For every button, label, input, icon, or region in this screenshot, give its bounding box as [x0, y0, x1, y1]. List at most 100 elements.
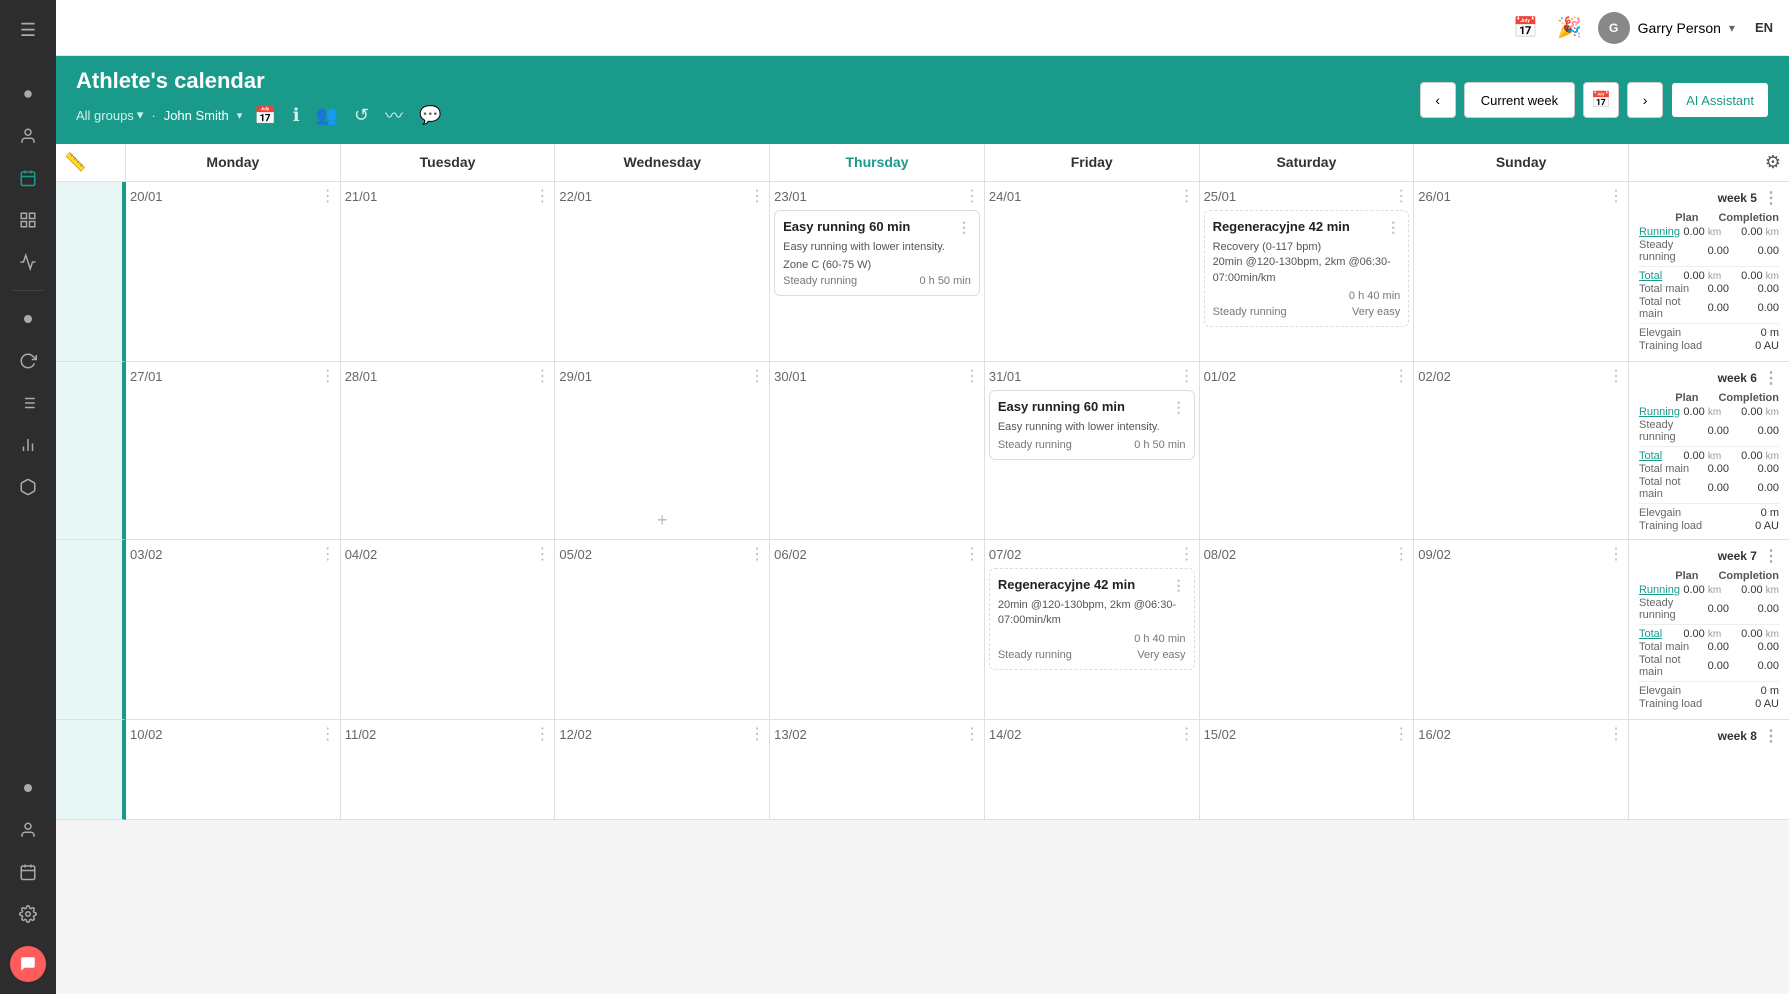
activity-regeneracyjne-w5[interactable]: Regeneracyjne 42 min ⋮ Recovery (0-117 b…	[1204, 210, 1410, 327]
day-dots-03-02[interactable]: ⋮	[320, 544, 336, 564]
sidebar-item-refresh[interactable]	[10, 343, 46, 379]
day-dots-16-02[interactable]: ⋮	[1608, 724, 1624, 744]
day-dots-14-02[interactable]: ⋮	[1179, 724, 1195, 744]
day-dots-21-01[interactable]: ⋮	[534, 186, 550, 206]
toolbar-group-icon[interactable]: 👥	[312, 101, 342, 130]
day-cell-01-02[interactable]: 01/02⋮	[1200, 362, 1415, 540]
topbar-user[interactable]: G Garry Person ▾	[1598, 12, 1735, 44]
day-cell-28-01[interactable]: 28/01⋮	[341, 362, 556, 540]
toolbar-info-icon[interactable]: ℹ	[289, 101, 304, 130]
day-dots-27-01[interactable]: ⋮	[320, 366, 336, 386]
day-cell-13-02[interactable]: 13/02⋮	[770, 720, 985, 820]
activity-easy-running-w5[interactable]: Easy running 60 min ⋮ Easy running with …	[774, 210, 980, 296]
day-dots-04-02[interactable]: ⋮	[534, 544, 550, 564]
day-cell-21-01[interactable]: 21/01⋮	[341, 182, 556, 362]
prev-week-button[interactable]: ‹	[1420, 82, 1456, 118]
day-dots-24-01[interactable]: ⋮	[1179, 186, 1195, 206]
day-cell-12-02[interactable]: 12/02⋮	[555, 720, 770, 820]
sidebar-item-user-bottom[interactable]	[10, 812, 46, 848]
day-dots-22-01[interactable]: ⋮	[749, 186, 765, 206]
add-activity-button-w6[interactable]: +	[657, 510, 668, 531]
day-dots-07-02[interactable]: ⋮	[1179, 544, 1195, 564]
day-cell-04-02[interactable]: 04/02⋮	[341, 540, 556, 720]
sidebar-item-settings[interactable]	[10, 896, 46, 932]
stats-dots-w8[interactable]: ⋮	[1763, 726, 1779, 746]
day-cell-27-01[interactable]: 27/01⋮	[126, 362, 341, 540]
stats-dots-w5[interactable]: ⋮	[1763, 188, 1779, 208]
activity-dots-regen-w5[interactable]: ⋮	[1386, 219, 1400, 236]
sidebar-item-bar-chart[interactable]	[10, 427, 46, 463]
ai-assistant-button[interactable]: AI Assistant	[1671, 82, 1769, 118]
activity-dots-easy-w5[interactable]: ⋮	[957, 219, 971, 236]
sidebar-item-dot2[interactable]	[10, 770, 46, 806]
day-cell-07-02[interactable]: 07/02⋮ Regeneracyjne 42 min ⋮ 20min @120…	[985, 540, 1200, 720]
day-cell-23-01[interactable]: 23/01⋮ Easy running 60 min ⋮ Easy runnin…	[770, 182, 985, 362]
day-dots-29-01[interactable]: ⋮	[749, 366, 765, 386]
day-dots-11-02[interactable]: ⋮	[534, 724, 550, 744]
stats-dots-w6[interactable]: ⋮	[1763, 368, 1779, 388]
day-cell-29-01[interactable]: 29/01⋮ +	[555, 362, 770, 540]
day-cell-11-02[interactable]: 11/02⋮	[341, 720, 556, 820]
topbar-party-icon[interactable]: 🎉	[1554, 12, 1586, 44]
day-cell-20-01[interactable]: 20/01⋮	[126, 182, 341, 362]
activity-regeneracyjne-w7[interactable]: Regeneracyjne 42 min ⋮ 20min @120-130bpm…	[989, 568, 1195, 670]
day-dots-10-02[interactable]: ⋮	[320, 724, 336, 744]
day-dots-09-02[interactable]: ⋮	[1608, 544, 1624, 564]
day-cell-26-01[interactable]: 26/01⋮	[1414, 182, 1629, 362]
day-dots-06-02[interactable]: ⋮	[964, 544, 980, 564]
activity-easy-running-w6[interactable]: Easy running 60 min ⋮ Easy running with …	[989, 390, 1195, 460]
sidebar-item-calendar-bottom[interactable]	[10, 854, 46, 890]
next-week-button[interactable]: ›	[1627, 82, 1663, 118]
day-dots-23-01[interactable]: ⋮	[964, 186, 980, 206]
sidebar-item-calendar[interactable]	[10, 160, 46, 196]
day-dots-01-02[interactable]: ⋮	[1393, 366, 1409, 386]
day-cell-05-02[interactable]: 05/02⋮	[555, 540, 770, 720]
day-dots-31-01[interactable]: ⋮	[1179, 366, 1195, 386]
sidebar-item-table[interactable]	[10, 202, 46, 238]
day-cell-22-01[interactable]: 22/01⋮	[555, 182, 770, 362]
day-dots-25-01[interactable]: ⋮	[1393, 186, 1409, 206]
day-dots-05-02[interactable]: ⋮	[749, 544, 765, 564]
day-cell-31-01[interactable]: 31/01⋮ Easy running 60 min ⋮ Easy runnin…	[985, 362, 1200, 540]
toolbar-chart-icon[interactable]: 〰	[381, 98, 407, 132]
day-cell-30-01[interactable]: 30/01⋮	[770, 362, 985, 540]
sidebar-item-dot1[interactable]	[10, 301, 46, 337]
toolbar-refresh-icon[interactable]: ↺	[350, 101, 373, 130]
toolbar-calendar-icon[interactable]: 📅	[250, 101, 280, 130]
hamburger-menu[interactable]: ☰	[10, 12, 46, 48]
sidebar-item-analytics[interactable]	[10, 244, 46, 280]
activity-dots-regen-w7[interactable]: ⋮	[1172, 577, 1186, 594]
sidebar-chat-bubble[interactable]	[10, 946, 46, 982]
day-cell-06-02[interactable]: 06/02⋮	[770, 540, 985, 720]
day-cell-15-02[interactable]: 15/02⋮	[1200, 720, 1415, 820]
day-cell-03-02[interactable]: 03/02⋮	[126, 540, 341, 720]
date-picker-button[interactable]: 📅	[1583, 82, 1619, 118]
settings-icon[interactable]: ⚙	[1765, 152, 1781, 173]
sidebar-item-box[interactable]	[10, 469, 46, 505]
sidebar-item-list[interactable]	[10, 385, 46, 421]
topbar-calendar-icon[interactable]: 📅	[1510, 12, 1542, 44]
day-cell-08-02[interactable]: 08/02⋮	[1200, 540, 1415, 720]
current-week-button[interactable]: Current week	[1464, 82, 1575, 118]
day-cell-02-02[interactable]: 02/02⋮	[1414, 362, 1629, 540]
day-cell-09-02[interactable]: 09/02⋮	[1414, 540, 1629, 720]
day-dots-12-02[interactable]: ⋮	[749, 724, 765, 744]
all-groups-selector[interactable]: All groups ▾	[76, 107, 143, 123]
day-dots-15-02[interactable]: ⋮	[1393, 724, 1409, 744]
day-dots-30-01[interactable]: ⋮	[964, 366, 980, 386]
day-dots-02-02[interactable]: ⋮	[1608, 366, 1624, 386]
ruler-icon[interactable]: 📏	[64, 152, 86, 173]
sidebar-item-home[interactable]	[10, 76, 46, 112]
activity-dots-easy-w6[interactable]: ⋮	[1172, 399, 1186, 416]
day-cell-24-01[interactable]: 24/01⋮	[985, 182, 1200, 362]
day-cell-25-01[interactable]: 25/01⋮ Regeneracyjne 42 min ⋮ Recovery (…	[1200, 182, 1415, 362]
day-cell-16-02[interactable]: 16/02⋮	[1414, 720, 1629, 820]
sidebar-item-users[interactable]	[10, 118, 46, 154]
stats-dots-w7[interactable]: ⋮	[1763, 546, 1779, 566]
day-dots-26-01[interactable]: ⋮	[1608, 186, 1624, 206]
day-dots-13-02[interactable]: ⋮	[964, 724, 980, 744]
day-cell-14-02[interactable]: 14/02⋮	[985, 720, 1200, 820]
day-dots-08-02[interactable]: ⋮	[1393, 544, 1409, 564]
day-cell-10-02[interactable]: 10/02⋮	[126, 720, 341, 820]
language-selector[interactable]: EN	[1755, 20, 1773, 35]
